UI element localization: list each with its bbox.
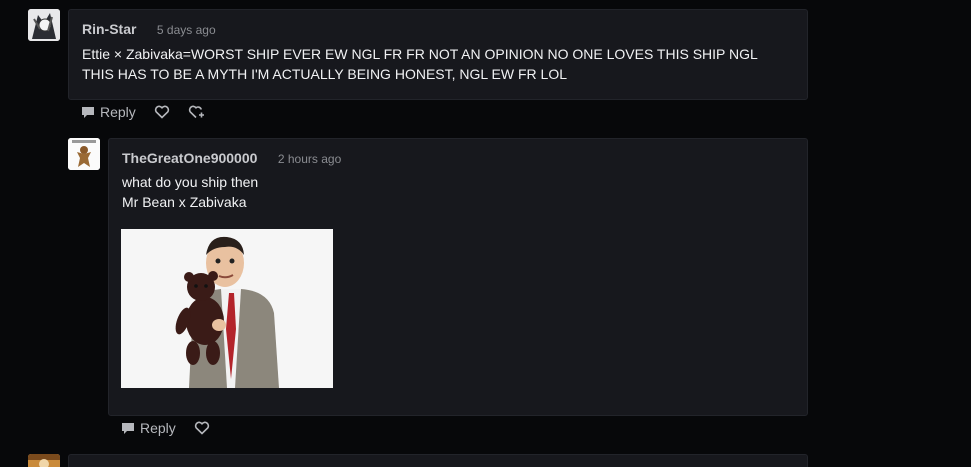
speech-bubble-icon bbox=[122, 423, 134, 434]
comment-card bbox=[68, 454, 808, 467]
comment-text-line: Mr Bean x Zabivaka bbox=[122, 194, 247, 210]
timestamp: 5 days ago bbox=[156, 23, 216, 37]
like-button[interactable] bbox=[194, 420, 210, 436]
avatar-image bbox=[28, 454, 60, 467]
comment-card: Rin-Star 5 days ago Ettie × Zabivaka=WOR… bbox=[68, 9, 808, 100]
reply-button[interactable]: Reply bbox=[81, 104, 136, 120]
comment-body: Ettie × Zabivaka=WORST SHIP EVER EW NGL … bbox=[82, 44, 797, 84]
reply-label: Reply bbox=[140, 420, 176, 436]
photo-illustration bbox=[121, 229, 333, 388]
comment-header: Rin-Star 5 days ago bbox=[82, 21, 216, 39]
avatar-image bbox=[28, 9, 60, 41]
comment-header: TheGreatOne900000 2 hours ago bbox=[122, 150, 341, 168]
reply-label: Reply bbox=[100, 104, 136, 120]
reply-button[interactable]: Reply bbox=[121, 420, 176, 436]
author-name[interactable]: TheGreatOne900000 bbox=[122, 150, 257, 166]
comment-actions: Reply bbox=[81, 104, 220, 120]
comment-actions: Reply bbox=[121, 420, 224, 436]
heart-icon bbox=[154, 105, 169, 119]
comment-card: TheGreatOne900000 2 hours ago what do yo… bbox=[108, 138, 808, 416]
timestamp: 2 hours ago bbox=[277, 152, 342, 166]
avatar[interactable] bbox=[68, 138, 100, 170]
speech-bubble-icon bbox=[82, 107, 94, 118]
comment-text-line: Ettie × Zabivaka=WORST SHIP EVER EW NGL … bbox=[82, 46, 758, 62]
avatar-image bbox=[68, 138, 100, 170]
avatar[interactable] bbox=[28, 9, 60, 41]
comment-text-line: THIS HAS TO BE A MYTH I'M ACTUALLY BEING… bbox=[82, 66, 568, 82]
like-button[interactable] bbox=[154, 104, 170, 120]
heart-icon bbox=[194, 421, 209, 435]
author-name[interactable]: Rin-Star bbox=[82, 21, 136, 37]
avatar[interactable] bbox=[28, 454, 60, 467]
comment-text-line: what do you ship then bbox=[122, 174, 259, 190]
attached-image[interactable] bbox=[121, 229, 333, 388]
heart-share-icon bbox=[188, 105, 204, 119]
comments-section: Rin-Star 5 days ago Ettie × Zabivaka=WOR… bbox=[0, 0, 971, 467]
comment-body: what do you ship then Mr Bean x Zabivaka bbox=[122, 172, 792, 212]
share-button[interactable] bbox=[188, 104, 206, 120]
